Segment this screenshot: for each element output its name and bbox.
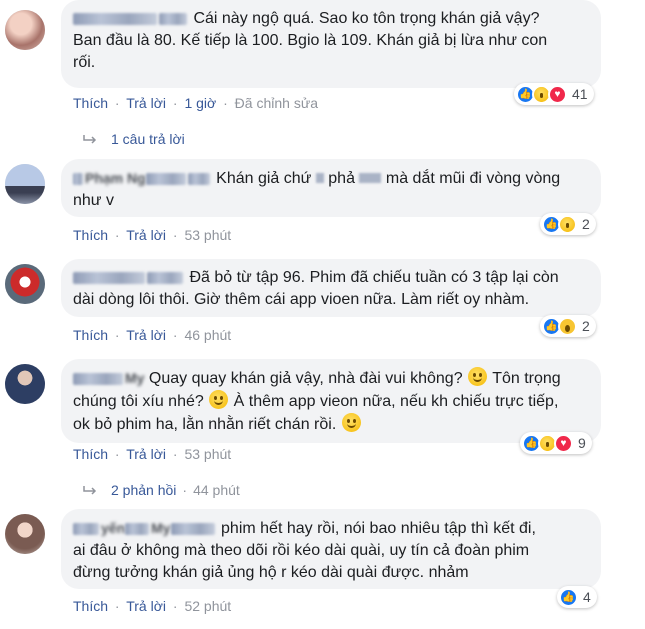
author-name-text: Phạm Ng xyxy=(85,170,146,186)
love-icon: ♥ xyxy=(548,84,567,104)
like-link[interactable]: Thích xyxy=(73,227,108,243)
reply-link[interactable]: Trả lời xyxy=(126,227,166,243)
separator: · xyxy=(114,327,120,343)
comment-text: Khán giả chứ xyxy=(216,170,312,187)
reaction-count: 41 xyxy=(572,86,588,102)
separator: · xyxy=(114,446,120,462)
comment-text: À thêm app vieon nữa, nếu kh chiếu trực … xyxy=(233,393,559,410)
comment-text: dài dòng lôi thôi. Giờ thêm cái app vioe… xyxy=(73,291,530,308)
separator: · xyxy=(172,598,178,614)
like-link[interactable]: Thích xyxy=(73,95,108,111)
reply-link[interactable]: Trả lời xyxy=(126,95,166,111)
comment-text: ai đâu ở không mà theo dõi rồi kéo dài q… xyxy=(73,542,530,559)
avatar[interactable] xyxy=(5,514,45,554)
comment-bubble: Cái này ngộ quá. Sao ko tôn trọng khán g… xyxy=(61,0,601,88)
timestamp[interactable]: 53 phút xyxy=(184,227,231,243)
reply-link[interactable]: Trả lời xyxy=(126,327,166,343)
comment-text: ok bỏ phim ha, lằn nhằn riết chán rồi. xyxy=(73,416,337,433)
author-name[interactable] xyxy=(73,8,189,30)
comment-actions: Thích · Trả lời · 1 giờ · Đã chỉnh sửa xyxy=(73,95,318,111)
comment-bubble: My Quay quay khán giả vậy, nhà đài vui k… xyxy=(61,359,601,443)
comment-bubble: yến My phim hết hay rồi, nói bao nhiêu tậ… xyxy=(61,509,601,589)
reaction-count: 2 xyxy=(582,216,590,232)
comment-actions: Thích · Trả lời · 46 phút xyxy=(73,327,231,343)
comment-text: phả xyxy=(328,170,355,187)
comment-bubble: Đã bỏ từ tập 96. Phim đã chiếu tuần có 3… xyxy=(61,259,601,317)
separator: · xyxy=(114,95,120,111)
comment-text: Tôn trọng xyxy=(492,370,561,387)
smile-emoji-icon xyxy=(341,413,361,432)
replies-count[interactable]: 2 phản hồi xyxy=(111,482,176,498)
comment-text: như v xyxy=(73,192,114,209)
replies-time: 44 phút xyxy=(193,482,240,498)
like-link[interactable]: Thích xyxy=(73,598,108,614)
reaction-count: 9 xyxy=(578,435,586,451)
comment-text: Đã bỏ từ tập 96. Phim đã chiếu tuần có 3… xyxy=(189,269,559,286)
comment-text: mà dắt mũi đi vòng vòng xyxy=(385,170,561,187)
view-replies-link[interactable]: 1 câu trả lời xyxy=(83,131,185,147)
comment-text: chúng tôi xíu nhé? xyxy=(73,393,204,410)
reaction-summary[interactable]: 👍 4 xyxy=(557,586,597,608)
reply-arrow-icon xyxy=(83,486,97,495)
reply-link[interactable]: Trả lời xyxy=(126,598,166,614)
edited-label[interactable]: Đã chỉnh sửa xyxy=(235,95,318,111)
comment-text: Quay quay khán giả vậy, nhà đài vui khôn… xyxy=(148,370,463,387)
author-name[interactable]: yến My xyxy=(73,517,217,540)
comment-actions: Thích · Trả lời · 53 phút xyxy=(73,446,231,462)
reaction-summary[interactable]: 👍 ♥ 9 xyxy=(520,432,592,454)
smile-emoji-icon xyxy=(468,367,488,386)
comment-bubble: Phạm Ng Khán giả chứ phả mà dắt mũi đi v… xyxy=(61,159,601,217)
timestamp[interactable]: 52 phút xyxy=(184,598,231,614)
separator: · xyxy=(223,95,228,111)
avatar[interactable] xyxy=(5,364,45,404)
comment-text: Cái này ngộ quá. Sao ko tôn trọng khán g… xyxy=(193,10,540,27)
comment-text: Ban đầu là 80. Kế tiếp là 100. Bgio là 1… xyxy=(73,32,548,49)
haha-icon xyxy=(558,214,577,234)
comment-text: đừng tưởng khán giả ủng hộ r kéo dài quà… xyxy=(73,564,469,581)
author-name-text: yến xyxy=(101,520,126,536)
separator: · xyxy=(114,598,120,614)
author-name-text: My xyxy=(125,370,145,386)
timestamp[interactable]: 1 giờ xyxy=(184,95,216,111)
comment-text: phim hết hay rồi, nói bao nhiêu tập thì … xyxy=(221,520,536,537)
like-link[interactable]: Thích xyxy=(73,446,108,462)
reply-link[interactable]: Trả lời xyxy=(126,446,166,462)
reaction-summary[interactable]: 👍 2 xyxy=(540,315,596,337)
separator: · xyxy=(114,227,120,243)
reaction-summary[interactable]: 👍 ♥ 41 xyxy=(514,83,594,105)
wow-icon xyxy=(558,316,577,336)
like-link[interactable]: Thích xyxy=(73,327,108,343)
like-icon: 👍 xyxy=(559,587,578,607)
reaction-count: 4 xyxy=(583,589,591,605)
separator: · xyxy=(172,446,178,462)
author-name[interactable]: My xyxy=(73,367,144,390)
timestamp[interactable]: 46 phút xyxy=(184,327,231,343)
avatar[interactable] xyxy=(5,264,45,304)
comment-text: rối. xyxy=(73,54,96,71)
reaction-summary[interactable]: 👍 2 xyxy=(540,213,596,235)
timestamp[interactable]: 53 phút xyxy=(184,446,231,462)
avatar[interactable] xyxy=(5,10,45,50)
separator: · xyxy=(172,227,178,243)
separator: · xyxy=(172,95,178,111)
replies-count[interactable]: 1 câu trả lời xyxy=(111,131,185,147)
love-icon: ♥ xyxy=(554,433,573,453)
comment-actions: Thích · Trả lời · 52 phút xyxy=(73,598,231,614)
reaction-count: 2 xyxy=(582,318,590,334)
smile-emoji-icon xyxy=(209,390,229,409)
author-name[interactable] xyxy=(73,267,185,289)
separator: · xyxy=(172,327,178,343)
author-name-text-2: My xyxy=(151,520,171,536)
reply-arrow-icon xyxy=(83,135,97,144)
avatar[interactable] xyxy=(5,164,45,204)
view-replies-link[interactable]: 2 phản hồi · 44 phút xyxy=(83,482,240,498)
author-name[interactable]: Phạm Ng xyxy=(73,167,212,190)
comment-actions: Thích · Trả lời · 53 phút xyxy=(73,227,231,243)
